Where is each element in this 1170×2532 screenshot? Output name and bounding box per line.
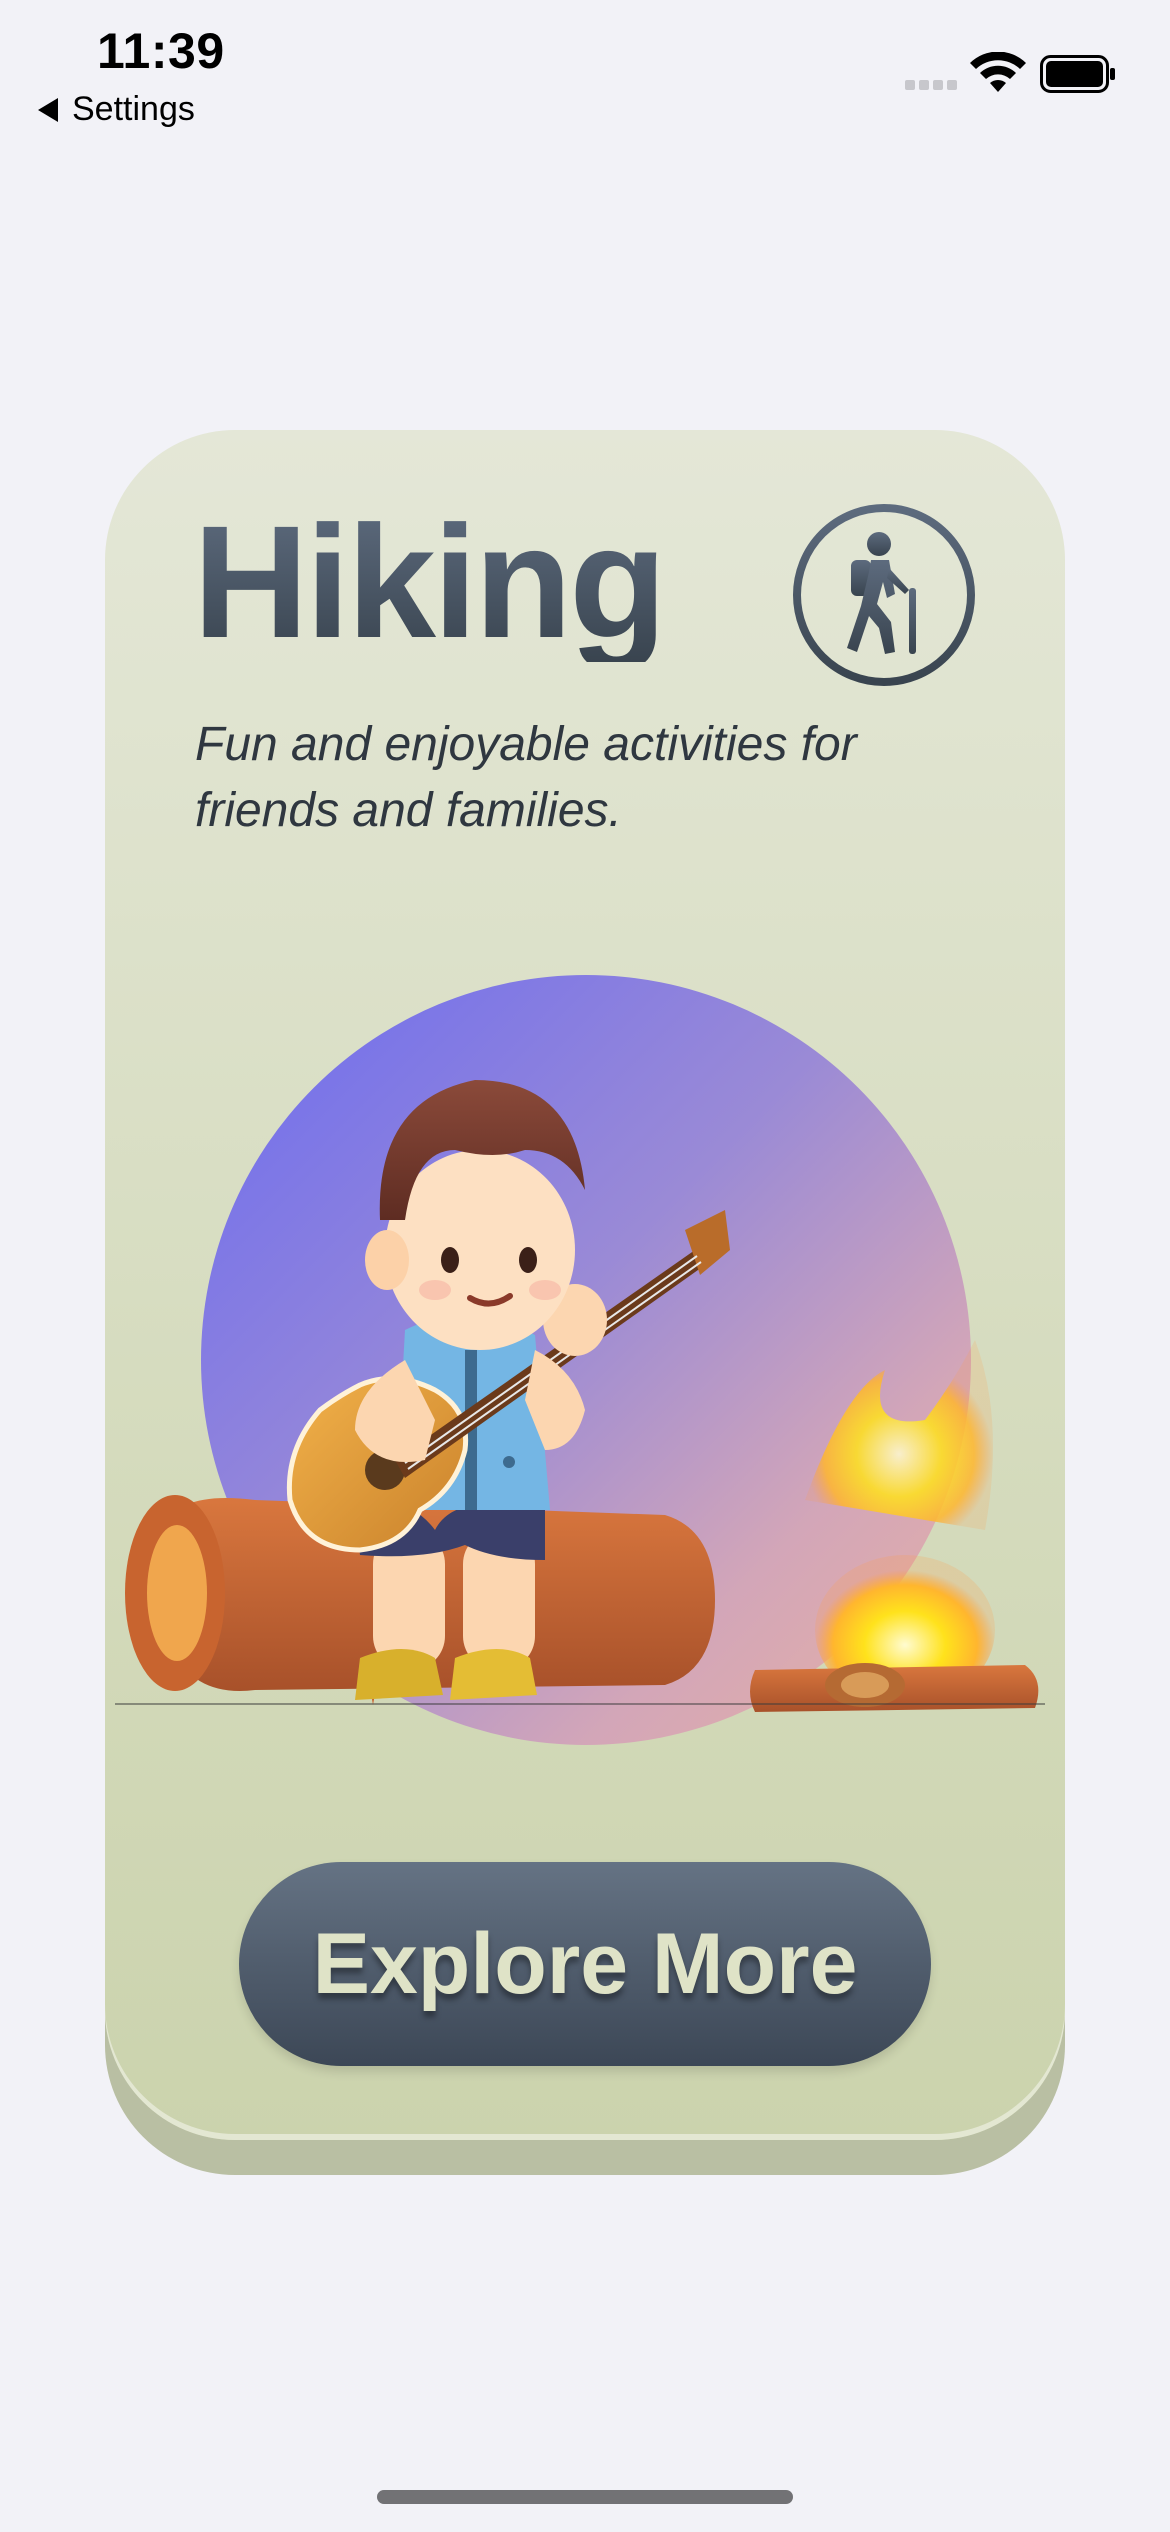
boy-head (365, 1080, 585, 1350)
battery-icon (1040, 55, 1115, 93)
back-link-label: Settings (72, 90, 195, 128)
back-arrow-icon (38, 97, 58, 122)
wifi-icon (970, 52, 1026, 92)
campfire-icon (750, 1340, 1039, 1712)
home-indicator[interactable] (377, 2490, 793, 2504)
back-to-settings-link[interactable]: Settings (38, 90, 195, 129)
status-time: 11:39 (97, 23, 225, 79)
status-bar: 11:39 Settings (0, 0, 1170, 140)
ground-line (115, 1703, 1045, 1705)
cellular-signal-icon (905, 80, 957, 90)
hiking-card: Hiking Fun and enjoyable activities for … (105, 430, 1065, 2140)
explore-more-button[interactable]: Explore More (239, 1862, 931, 2066)
explore-more-label: Explore More (312, 1915, 858, 2012)
